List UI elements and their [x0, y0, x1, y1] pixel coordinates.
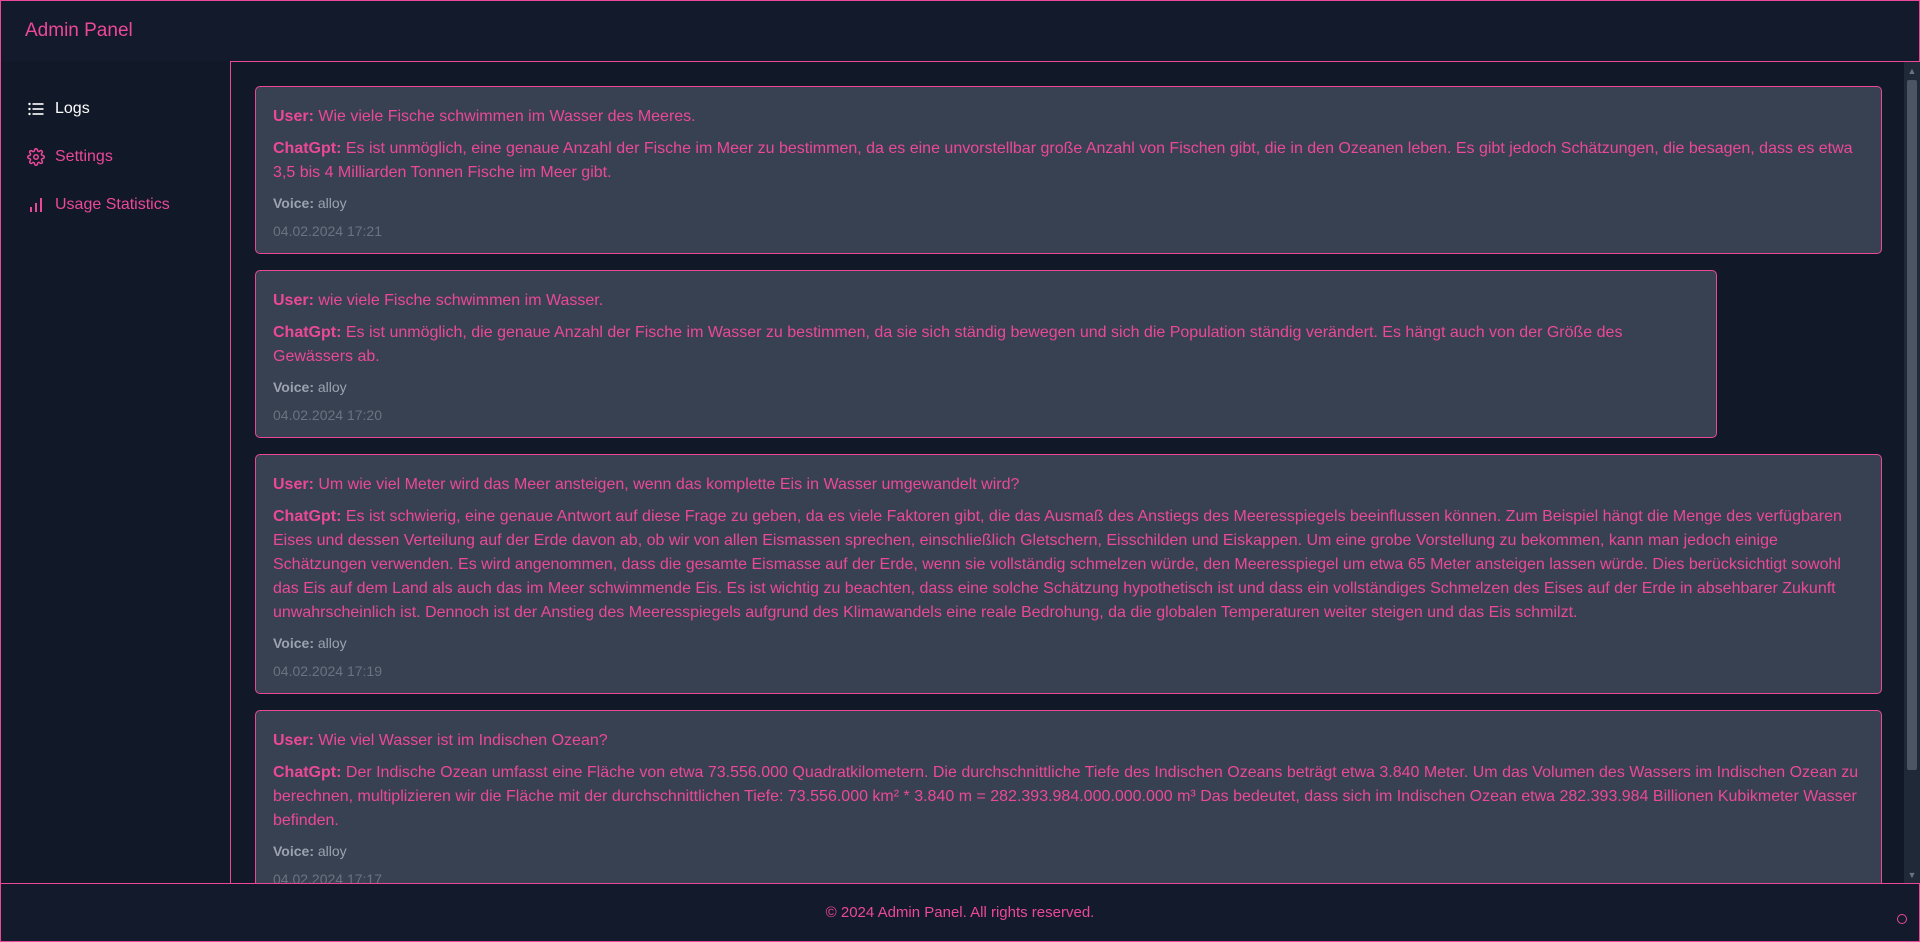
log-panel[interactable]: User: Wie viele Fische schwimmen im Wass… — [231, 62, 1920, 884]
log-card: User: Wie viele Fische schwimmen im Wass… — [255, 86, 1882, 254]
bot-label: ChatGpt: — [273, 140, 342, 157]
voice-info: Voice: alloy — [273, 633, 1864, 653]
voice-value: alloy — [313, 379, 347, 395]
timestamp: 04.02.2024 17:19 — [273, 663, 382, 679]
log-card: User: wie viele Fische schwimmen im Wass… — [255, 270, 1717, 438]
user-text: Um wie viel Meter wird das Meer ansteige… — [313, 476, 1020, 493]
gear-icon — [27, 148, 45, 166]
footer: © 2024 Admin Panel. All rights reserved. — [0, 883, 1920, 942]
sidebar-item-logs[interactable]: Logs — [1, 85, 230, 133]
voice-info: Voice: alloy — [273, 193, 1864, 213]
bot-message: ChatGpt: Der Indische Ozean umfasst eine… — [273, 761, 1864, 833]
footer-text: © 2024 Admin Panel. All rights reserved. — [825, 904, 1095, 921]
bot-message: ChatGpt: Es ist unmöglich, die genaue An… — [273, 321, 1699, 369]
voice-value: alloy — [313, 843, 347, 859]
bot-text: Es ist unmöglich, eine genaue Anzahl der… — [273, 140, 1853, 181]
bar-chart-icon — [27, 196, 45, 214]
bot-message: ChatGpt: Es ist unmöglich, eine genaue A… — [273, 137, 1864, 185]
bot-label: ChatGpt: — [273, 508, 342, 525]
bot-text: Es ist schwierig, eine genaue Antwort au… — [273, 508, 1842, 621]
user-message: User: Um wie viel Meter wird das Meer an… — [273, 473, 1864, 497]
voice-value: alloy — [313, 195, 347, 211]
bot-text: Es ist unmöglich, die genaue Anzahl der … — [273, 324, 1623, 365]
user-label: User: — [273, 108, 314, 125]
vertical-scrollbar[interactable]: ▲ ▼ — [1904, 62, 1920, 884]
user-message: User: wie viele Fische schwimmen im Wass… — [273, 289, 1699, 313]
voice-value: alloy — [313, 635, 347, 651]
log-card: User: Um wie viel Meter wird das Meer an… — [255, 454, 1882, 694]
bot-text: Der Indische Ozean umfasst eine Fläche v… — [273, 764, 1859, 829]
bot-label: ChatGpt: — [273, 764, 342, 781]
header-bar: Admin Panel — [0, 0, 1920, 62]
sidebar-item-label: Settings — [55, 148, 113, 165]
app-window: Admin Panel Logs Settings Usage Statisti… — [0, 0, 1920, 942]
voice-label: Voice: — [273, 195, 314, 211]
bot-label: ChatGpt: — [273, 324, 342, 341]
user-message: User: Wie viel Wasser ist im Indischen O… — [273, 729, 1864, 753]
user-text: wie viele Fische schwimmen im Wasser. — [313, 292, 604, 309]
scroll-down-icon[interactable]: ▼ — [1904, 868, 1920, 882]
timestamp: 04.02.2024 17:20 — [273, 407, 382, 423]
voice-label: Voice: — [273, 379, 314, 395]
list-icon — [27, 100, 45, 118]
sidebar-item-label: Logs — [55, 100, 90, 117]
user-message: User: Wie viele Fische schwimmen im Wass… — [273, 105, 1864, 129]
sidebar-item-usage-statistics[interactable]: Usage Statistics — [1, 181, 230, 229]
user-label: User: — [273, 476, 314, 493]
log-list: User: Wie viele Fische schwimmen im Wass… — [231, 62, 1920, 884]
app-title: Admin Panel — [25, 20, 133, 41]
voice-label: Voice: — [273, 843, 314, 859]
voice-info: Voice: alloy — [273, 841, 1864, 861]
voice-info: Voice: alloy — [273, 377, 1699, 397]
log-card: User: Wie viel Wasser ist im Indischen O… — [255, 710, 1882, 884]
voice-label: Voice: — [273, 635, 314, 651]
timestamp: 04.02.2024 17:21 — [273, 223, 382, 239]
scrollbar-thumb[interactable] — [1907, 80, 1917, 770]
user-text: Wie viel Wasser ist im Indischen Ozean? — [313, 732, 608, 749]
user-text: Wie viele Fische schwimmen im Wasser des… — [313, 108, 696, 125]
sidebar-item-settings[interactable]: Settings — [1, 133, 230, 181]
scroll-up-icon[interactable]: ▲ — [1904, 64, 1920, 78]
user-label: User: — [273, 732, 314, 749]
timestamp: 04.02.2024 17:17 — [273, 871, 382, 884]
user-label: User: — [273, 292, 314, 309]
circle-icon — [1897, 914, 1907, 924]
sidebar-item-label: Usage Statistics — [55, 196, 170, 213]
sidebar: Logs Settings Usage Statistics — [0, 61, 231, 884]
bot-message: ChatGpt: Es ist schwierig, eine genaue A… — [273, 505, 1864, 625]
